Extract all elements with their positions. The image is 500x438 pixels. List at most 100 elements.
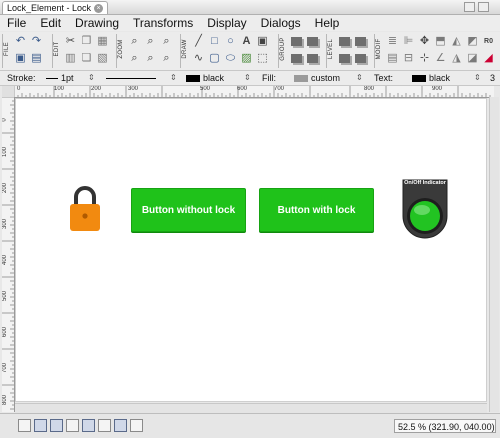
bring-forward-icon[interactable]: [337, 51, 352, 66]
stroke-color-swatch: [186, 75, 200, 83]
zoom-selection-icon[interactable]: ⌕: [143, 51, 158, 66]
stroke-dash-select[interactable]: [106, 72, 168, 84]
document-tab-title: Lock_Element - Lock: [7, 3, 92, 13]
zoom-in-icon[interactable]: ⌕: [127, 34, 142, 49]
button-with-lock[interactable]: Button with lock: [259, 188, 374, 232]
ruler-v-mark: 500: [2, 290, 9, 302]
style-bar: Stroke: 1pt ⇕ ⇕ black ⇕ Fill: custom ⇕ T…: [0, 71, 500, 86]
polygon-tool-icon[interactable]: ⬚: [255, 51, 270, 66]
ungroup-icon[interactable]: [289, 51, 304, 66]
text-color-select[interactable]: black: [412, 72, 450, 84]
move-icon[interactable]: ✥: [417, 34, 432, 49]
mirror-icon[interactable]: ◪: [465, 51, 480, 66]
status-bar: 52.5 % (321.90, 040.00): [0, 413, 500, 438]
cut-icon[interactable]: ✂: [63, 34, 78, 49]
zoom-page-icon[interactable]: ⌕: [159, 34, 174, 49]
button-without-lock[interactable]: Button without lock: [131, 188, 246, 232]
menu-file[interactable]: File: [0, 15, 33, 31]
layers-icon[interactable]: [50, 419, 63, 432]
fill-select[interactable]: custom: [294, 72, 340, 84]
drawing-canvas[interactable]: Button without lock Button with lock On/…: [15, 98, 487, 402]
text-color-spinner-icon[interactable]: ⇕: [474, 72, 481, 84]
snap-grid-icon[interactable]: [82, 419, 95, 432]
send-back-icon[interactable]: [353, 34, 368, 49]
object-tool-icon[interactable]: ▣: [255, 34, 270, 49]
bend-icon[interactable]: ∠: [433, 51, 448, 66]
rotate-icon[interactable]: ◩: [465, 34, 480, 49]
round-rect-tool-icon[interactable]: ▢: [207, 51, 222, 66]
menu-dialogs[interactable]: Dialogs: [254, 15, 308, 31]
undo-icon[interactable]: ↶: [13, 34, 28, 49]
vertical-scrollbar[interactable]: [489, 97, 499, 412]
clipboard-icon[interactable]: ▦: [95, 34, 110, 49]
color-gradient-icon[interactable]: ◢: [481, 51, 496, 66]
group-exit-icon[interactable]: [305, 51, 320, 66]
ruler-h-mark: 800: [364, 86, 375, 92]
curve-tool-icon[interactable]: ∿: [191, 51, 206, 66]
align-icon[interactable]: ≣: [385, 34, 400, 49]
ellipse-tool-icon[interactable]: ○: [223, 34, 238, 49]
shear-icon[interactable]: ⬒: [433, 34, 448, 49]
snap-object-icon[interactable]: [114, 419, 127, 432]
line-tool-icon[interactable]: ╱: [191, 34, 206, 49]
toolbar-group-draw: DRAW ╱ ∿ □ ▢ ○ ⬭ A ▨ ▣ ⬚: [180, 34, 270, 68]
restore-window-button[interactable]: [464, 2, 475, 12]
bring-front-icon[interactable]: [337, 34, 352, 49]
select-mode-icon[interactable]: [18, 419, 31, 432]
oval-tool-icon[interactable]: ⬭: [223, 51, 238, 66]
resize-icon[interactable]: R0: [481, 34, 496, 49]
group-label-group: GROUP: [278, 34, 287, 68]
horizontal-scrollbar[interactable]: [15, 403, 487, 413]
maximize-window-button[interactable]: [478, 2, 489, 12]
menu-help[interactable]: Help: [308, 15, 347, 31]
text-tool-icon[interactable]: A: [239, 34, 254, 49]
save-as-icon[interactable]: ▤: [29, 51, 44, 66]
document-tab[interactable]: Lock_Element - Lock ×: [2, 1, 109, 14]
distribute-icon[interactable]: ▤: [385, 51, 400, 66]
menu-transforms[interactable]: Transforms: [126, 15, 200, 31]
shape-a-icon[interactable]: ◭: [449, 34, 464, 49]
save-icon[interactable]: ▣: [13, 51, 28, 66]
shape-b-icon[interactable]: ◮: [449, 51, 464, 66]
ruler-h-mark: 500: [200, 86, 211, 92]
grid-icon[interactable]: [66, 419, 79, 432]
ruler-v-mark: 300: [2, 218, 9, 230]
on-off-indicator[interactable]: On/Off Indicator: [400, 178, 450, 242]
close-tab-icon[interactable]: ×: [94, 3, 104, 13]
image-tool-icon[interactable]: ▨: [239, 51, 254, 66]
ruler-h-mark: 300: [128, 86, 139, 92]
stroke-dash-spinner-icon[interactable]: ⇕: [170, 72, 177, 84]
fill-spinner-icon[interactable]: ⇕: [356, 72, 363, 84]
redo-icon[interactable]: ↷: [29, 34, 44, 49]
stroke-width-spinner-icon[interactable]: ⇕: [88, 72, 95, 84]
group-label-level: LEVEL: [326, 34, 335, 68]
send-backward-icon[interactable]: [353, 51, 368, 66]
rectangle-tool-icon[interactable]: □: [207, 34, 222, 49]
delete-icon[interactable]: ▧: [95, 51, 110, 66]
lock-icon[interactable]: [68, 185, 102, 233]
align-left-icon[interactable]: ⊫: [401, 34, 416, 49]
spacing-icon[interactable]: ⊟: [401, 51, 416, 66]
menu-drawing[interactable]: Drawing: [68, 15, 126, 31]
group-enter-icon[interactable]: [305, 34, 320, 49]
ruler-v-mark: 100: [2, 146, 9, 158]
ruler-h-mark: 600: [237, 86, 248, 92]
zoom-fit-icon[interactable]: ⌕: [143, 34, 158, 49]
menu-display[interactable]: Display: [200, 15, 253, 31]
duplicate-icon[interactable]: ❏: [79, 51, 94, 66]
vertical-ruler: 0 100 200 300 400 500 600 700 800: [2, 97, 15, 412]
group-icon[interactable]: [289, 34, 304, 49]
stroke-color-select[interactable]: black: [186, 72, 224, 84]
view-mode-icon[interactable]: [34, 419, 47, 432]
menu-edit[interactable]: Edit: [33, 15, 68, 31]
ruler-h-mark: 200: [91, 86, 102, 92]
ruler-v-mark: 0: [2, 118, 8, 122]
stroke-color-spinner-icon[interactable]: ⇕: [244, 72, 251, 84]
connect-icon[interactable]: ⊹: [417, 51, 432, 66]
snap-angle-icon[interactable]: [98, 419, 111, 432]
copy-icon[interactable]: ❐: [79, 34, 94, 49]
antialias-icon[interactable]: [130, 419, 143, 432]
zoom-out-icon[interactable]: ⌕: [127, 51, 142, 66]
paste-icon[interactable]: ▥: [63, 51, 78, 66]
zoom-reset-icon[interactable]: ⌕: [159, 51, 174, 66]
